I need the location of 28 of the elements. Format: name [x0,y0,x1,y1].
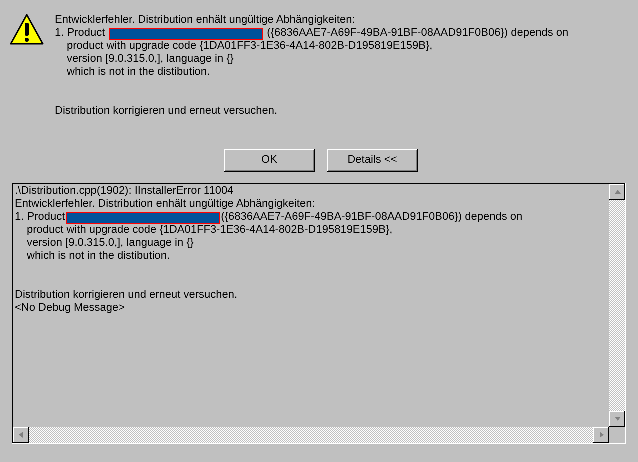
vertical-scrollbar[interactable] [609,184,625,427]
message-line: Entwicklerfehler. Distribution enhält ungültige Abhängigkeiten: [15,198,316,210]
message-line: 1. Product [15,211,66,224]
message-line: .\Distribution.cpp(1902): IInstallerError 11004 [15,185,234,197]
message-line: which is not in the distibution. [27,250,170,262]
scroll-down-button[interactable] [609,411,625,427]
message-line: Entwicklerfehler. Distribution enhält ungültige Abhängigkeiten: [55,14,356,26]
scroll-up-button[interactable] [609,184,625,200]
warning-icon [10,14,44,46]
up-arrow-icon [612,188,622,196]
horizontal-scrollbar[interactable] [13,427,609,443]
message-line: Distribution korrigieren und erneut versuchen. [15,289,238,301]
message-line: version [9.0.315.0,], language in {} [27,237,194,249]
message-line: product with upgrade code {1DA01FF3-1E36-4A14-802B-D195819E159B}, [27,224,393,236]
message-line: which is not in the distibution. [67,66,210,78]
message-line: version [9.0.315.0,], language in {} [67,53,234,65]
dialog-button[interactable]: OK [224,149,315,172]
left-arrow-icon [16,431,26,439]
message-line: Distribution korrigieren und erneut versuchen. [55,105,278,117]
message-line: product with upgrade code {1DA01FF3-1E36-4A14-802B-D195819E159B}, [67,40,433,52]
message-line: <No Debug Message> [15,302,126,314]
scroll-left-button[interactable] [13,427,29,443]
scroll-right-button[interactable] [593,427,609,443]
down-arrow-icon [612,415,622,423]
dialog-button[interactable]: Details << [327,149,418,172]
message-line: 1. Product [55,27,106,40]
message-line: ({6836AAE7-A69F-49BA-91BF-08AAD91F0B06}) depends on [267,27,569,40]
message-line: ({6836AAE7-A69F-49BA-91BF-08AAD91F0B06}) depends on [221,211,523,224]
